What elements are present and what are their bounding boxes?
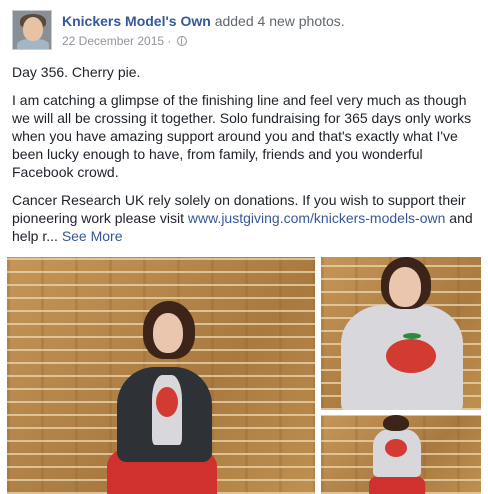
avatar-face bbox=[23, 17, 43, 41]
post-meta: 22 December 2015 · bbox=[62, 34, 187, 48]
photo-figure-hair bbox=[383, 415, 409, 431]
photo-figure-tomato bbox=[385, 439, 407, 457]
photo-top-right[interactable] bbox=[321, 257, 481, 410]
photo-figure-face bbox=[153, 313, 183, 353]
meta-separator: · bbox=[167, 34, 172, 48]
justgiving-link[interactable]: www.justgiving.com/knickers-models-own bbox=[188, 210, 446, 226]
see-more-link[interactable]: See More bbox=[62, 228, 123, 244]
photo-figure-leaf bbox=[403, 333, 421, 339]
post-date-link[interactable]: 22 December 2015 bbox=[62, 34, 164, 48]
photo-bottom-right[interactable] bbox=[321, 415, 481, 494]
post-action-text: added 4 new photos. bbox=[214, 13, 345, 29]
post-paragraph-2: I am catching a glimpse of the finishing… bbox=[12, 92, 472, 180]
post-body: Day 356. Cherry pie. I am catching a gli… bbox=[12, 63, 482, 255]
post-paragraph-1: Day 356. Cherry pie. bbox=[12, 64, 141, 80]
photo-figure-tomato bbox=[156, 387, 178, 417]
post-header: Knickers Model's Own added 4 new photos.… bbox=[12, 10, 482, 54]
post-title-line: Knickers Model's Own added 4 new photos. bbox=[62, 13, 345, 29]
profile-avatar[interactable] bbox=[12, 10, 52, 50]
author-name-link[interactable]: Knickers Model's Own bbox=[62, 13, 211, 29]
photo-figure-tomato bbox=[386, 339, 436, 373]
photo-main[interactable] bbox=[7, 257, 315, 494]
photo-figure-face bbox=[389, 267, 421, 307]
photo-grid bbox=[0, 257, 488, 494]
globe-icon[interactable] bbox=[176, 36, 187, 46]
post-paragraph-3: Cancer Research UK rely solely on donati… bbox=[12, 191, 482, 245]
